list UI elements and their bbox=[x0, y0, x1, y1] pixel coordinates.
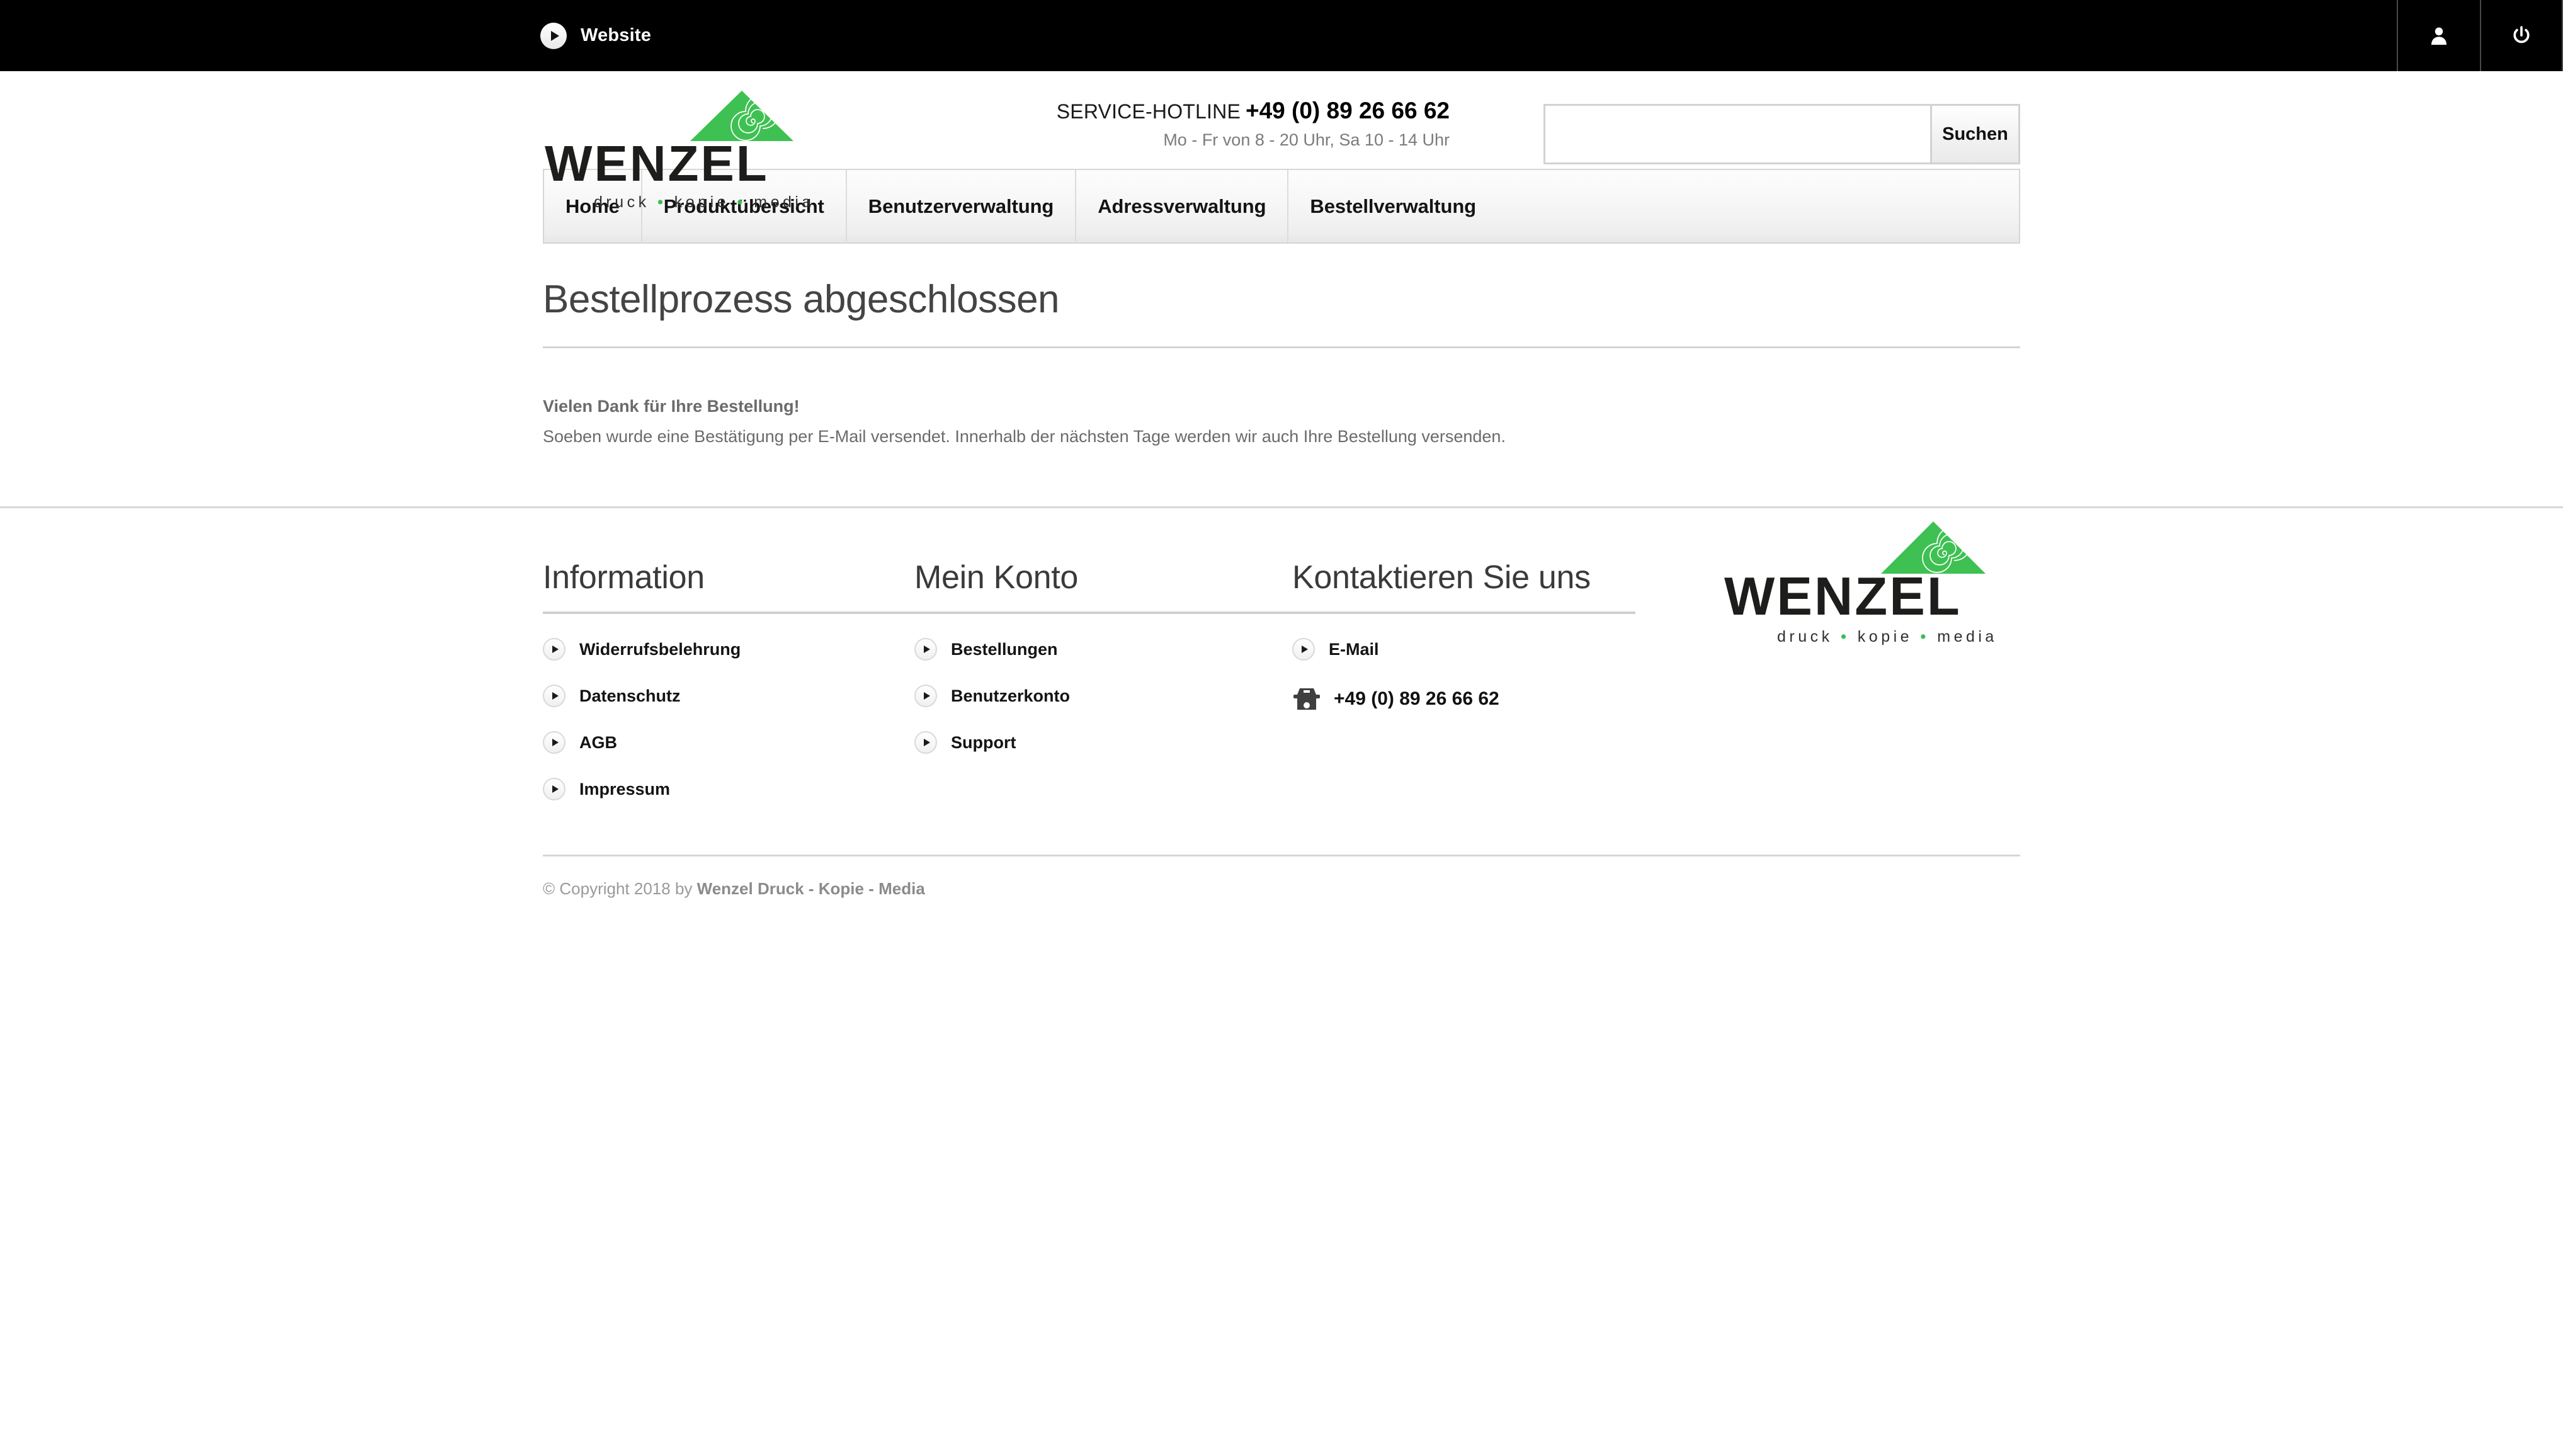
footer-column-kontakt: Kontaktieren Sie uns E-Mail +49 (0) 89 2… bbox=[1292, 559, 1635, 800]
footer-link-label: AGB bbox=[579, 732, 617, 752]
power-icon bbox=[2513, 26, 2530, 43]
footer-link-label: Widerrufsbelehrung bbox=[579, 639, 741, 659]
content-container: WENZEL druck • kopie • media SERVICE-HOT… bbox=[543, 71, 2020, 446]
thanks-heading: Vielen Dank für Ihre Bestellung! bbox=[543, 397, 800, 416]
user-icon bbox=[2431, 27, 2447, 45]
arrow-bullet-icon bbox=[914, 685, 937, 708]
account-button[interactable] bbox=[2397, 0, 2480, 71]
footer-heading-information: Information bbox=[543, 559, 705, 596]
footer-link-label: Datenschutz bbox=[579, 686, 681, 705]
copyright-prefix: © Copyright 2018 by bbox=[543, 879, 697, 899]
wenzel-tagline: druck • kopie • media bbox=[594, 193, 814, 211]
footer-column-information: Information Widerrufsbelehrung Datenschu… bbox=[543, 559, 914, 801]
arrow-bullet-icon bbox=[543, 638, 565, 661]
wenzel-wordmark: WENZEL bbox=[545, 143, 822, 188]
telephone-icon bbox=[1293, 688, 1320, 710]
arrow-bullet-icon bbox=[543, 731, 565, 754]
footer-column-mein-konto: Mein Konto Bestellungen Benutzerkonto Su… bbox=[914, 559, 1292, 800]
arrow-bullet-icon bbox=[914, 731, 937, 754]
topbar-actions bbox=[2397, 0, 2563, 71]
search-button[interactable]: Suchen bbox=[1930, 106, 2018, 162]
nav-item-benutzerverwaltung[interactable]: Benutzerverwaltung bbox=[847, 170, 1077, 242]
service-hotline: SERVICE-HOTLINE +49 (0) 89 26 66 62 Mo - … bbox=[1021, 98, 1450, 150]
hotline-label: SERVICE-HOTLINE bbox=[1056, 100, 1241, 123]
footer-link-label: Benutzerkonto bbox=[951, 686, 1070, 705]
wenzel-tagline: druck • kopie • media bbox=[1777, 628, 1998, 646]
arrow-bullet-icon bbox=[543, 685, 565, 708]
footer-container: Information Widerrufsbelehrung Datenschu… bbox=[543, 508, 2020, 924]
footer-link-widerrufsbelehrung[interactable]: Widerrufsbelehrung bbox=[543, 638, 914, 661]
footer-link-label: E-Mail bbox=[1329, 639, 1379, 659]
footer-link-bestellungen[interactable]: Bestellungen bbox=[914, 638, 1292, 661]
top-black-bar: Website bbox=[0, 0, 2563, 71]
hotline-number: +49 (0) 89 26 66 62 bbox=[1245, 98, 1450, 123]
nav-item-adressverwaltung[interactable]: Adressverwaltung bbox=[1076, 170, 1289, 242]
title-divider bbox=[543, 346, 2020, 349]
footer-heading-divider bbox=[543, 611, 914, 615]
footer-link-impressum[interactable]: Impressum bbox=[543, 778, 914, 801]
footer-link-label: Bestellungen bbox=[951, 639, 1058, 659]
wenzel-wordmark: WENZEL bbox=[1724, 575, 2020, 623]
play-circle-icon bbox=[540, 22, 567, 49]
wenzel-triangle-logo-icon bbox=[690, 91, 793, 141]
copyright: © Copyright 2018 by Wenzel Druck - Kopie… bbox=[543, 879, 2020, 924]
arrow-bullet-icon bbox=[914, 638, 937, 661]
page-title: Bestellprozess abgeschlossen bbox=[543, 278, 1060, 321]
footer-phone[interactable]: +49 (0) 89 26 66 62 bbox=[1292, 687, 1635, 711]
footer-link-label: Support bbox=[951, 732, 1016, 752]
wenzel-triangle-logo-icon bbox=[1881, 521, 1986, 574]
main-content: Bestellprozess abgeschlossen Vielen Dank… bbox=[543, 244, 2020, 446]
arrow-bullet-icon bbox=[543, 778, 565, 801]
svg-text:WENZEL: WENZEL bbox=[1724, 575, 1962, 623]
page-body: WENZEL druck • kopie • media SERVICE-HOT… bbox=[0, 71, 2563, 924]
footer-heading-divider bbox=[1292, 611, 1635, 615]
footer-heading-divider bbox=[914, 611, 1292, 615]
search-box: Suchen bbox=[1543, 104, 2020, 164]
footer-link-datenschutz[interactable]: Datenschutz bbox=[543, 685, 914, 708]
website-label: Website bbox=[581, 25, 652, 45]
header-logo[interactable]: WENZEL druck • kopie • media bbox=[545, 90, 822, 212]
footer-heading-mein-konto: Mein Konto bbox=[914, 559, 1079, 596]
copyright-company: Wenzel Druck - Kopie - Media bbox=[696, 879, 925, 899]
copyright-divider bbox=[543, 855, 2020, 857]
arrow-bullet-icon bbox=[1292, 638, 1315, 661]
thanks-body: Soeben wurde eine Bestätigung per E-Mail… bbox=[543, 427, 1506, 446]
logout-button[interactable] bbox=[2480, 0, 2563, 71]
footer-heading-kontakt: Kontaktieren Sie uns bbox=[1292, 559, 1591, 596]
footer-link-email[interactable]: E-Mail bbox=[1292, 638, 1635, 661]
site-header: WENZEL druck • kopie • media SERVICE-HOT… bbox=[543, 71, 2020, 211]
website-link[interactable]: Website bbox=[540, 22, 652, 49]
nav-item-bestellverwaltung[interactable]: Bestellverwaltung bbox=[1288, 170, 1497, 242]
footer-link-benutzerkonto[interactable]: Benutzerkonto bbox=[914, 685, 1292, 708]
hotline-hours: Mo - Fr von 8 - 20 Uhr, Sa 10 - 14 Uhr bbox=[1163, 130, 1450, 149]
svg-text:WENZEL: WENZEL bbox=[545, 143, 769, 188]
site-footer: Information Widerrufsbelehrung Datenschu… bbox=[543, 508, 2020, 801]
footer-phone-number: +49 (0) 89 26 66 62 bbox=[1334, 688, 1499, 710]
footer-link-agb[interactable]: AGB bbox=[543, 731, 914, 754]
search-input[interactable] bbox=[1545, 106, 1930, 162]
footer-link-label: Impressum bbox=[579, 779, 671, 799]
footer-link-support[interactable]: Support bbox=[914, 731, 1292, 754]
footer-logo[interactable]: WENZEL druck • kopie • media bbox=[1724, 521, 2020, 646]
